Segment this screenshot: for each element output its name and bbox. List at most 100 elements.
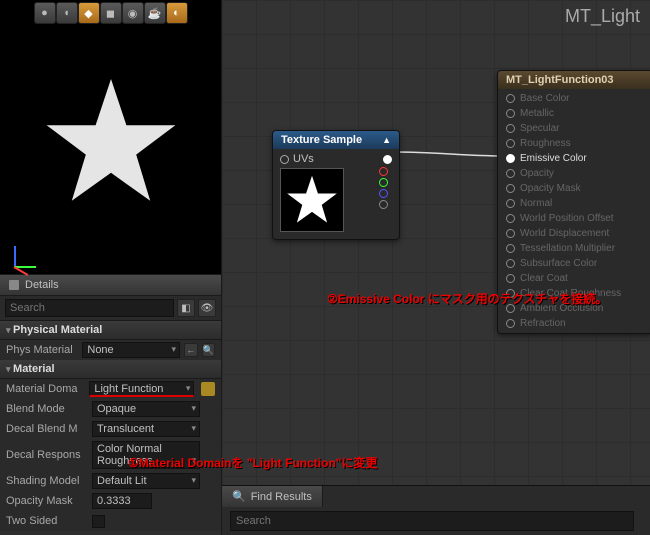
- phys-material-dropdown[interactable]: None: [82, 342, 180, 358]
- material-pin-label: Subsurface Color: [520, 258, 597, 269]
- opacity-mask-input[interactable]: [92, 493, 152, 509]
- browse-back-icon[interactable]: ←: [184, 343, 197, 357]
- preview-teapot-icon[interactable]: ☕: [144, 2, 166, 24]
- material-pin-label: Refraction: [520, 318, 566, 329]
- category-material: Material Material Doma Light Function Bl…: [0, 360, 221, 531]
- material-pin-world-position-offset[interactable]: World Position Offset: [498, 211, 650, 226]
- material-domain-label: Material Doma: [6, 383, 85, 395]
- preview-cylinder-icon[interactable]: ◖: [56, 2, 78, 24]
- material-pin-roughness[interactable]: Roughness: [498, 136, 650, 151]
- material-input-pin[interactable]: [506, 244, 515, 253]
- material-input-pin[interactable]: [506, 229, 515, 238]
- graph-title: MT_Light: [565, 6, 640, 27]
- material-pin-metallic[interactable]: Metallic: [498, 106, 650, 121]
- texture-thumbnail[interactable]: [280, 168, 344, 232]
- browse-find-icon[interactable]: 🔍: [202, 343, 215, 357]
- uvs-label: UVs: [293, 153, 314, 165]
- material-pin-label: Tessellation Multiplier: [520, 243, 615, 254]
- details-icon: [8, 279, 20, 291]
- preview-viewport-options-icon[interactable]: ◐: [166, 2, 188, 24]
- preview-star-shape: [41, 72, 181, 212]
- material-input-pin[interactable]: [506, 154, 515, 163]
- material-pin-specular[interactable]: Specular: [498, 121, 650, 136]
- annotation-2: ②Emissive Color にマスク用のテクスチャを接続。: [327, 290, 607, 307]
- preview-cube-icon[interactable]: ◼: [100, 2, 122, 24]
- material-input-pin[interactable]: [506, 319, 515, 328]
- details-eye-icon[interactable]: 👁: [198, 299, 216, 317]
- decal-response-label: Decal Respons: [6, 449, 88, 461]
- blend-mode-label: Blend Mode: [6, 403, 88, 415]
- a-output-pin[interactable]: [379, 200, 388, 209]
- blend-mode-dropdown[interactable]: Opaque: [92, 401, 200, 417]
- category-physical-material: Physical Material Phys Material None ← 🔍: [0, 321, 221, 360]
- find-results-panel: 🔍 Find Results: [222, 485, 650, 535]
- r-output-pin[interactable]: [379, 167, 388, 176]
- material-pin-label: Opacity: [520, 168, 554, 179]
- material-pin-opacity[interactable]: Opacity: [498, 166, 650, 181]
- material-pin-clear-coat[interactable]: Clear Coat: [498, 271, 650, 286]
- texture-sample-node[interactable]: Texture Sample ▲ UVs: [272, 130, 400, 240]
- material-pin-emissive-color[interactable]: Emissive Color: [498, 151, 650, 166]
- material-pin-label: Emissive Color: [520, 153, 587, 164]
- material-input-pin[interactable]: [506, 259, 515, 268]
- material-input-pin[interactable]: [506, 124, 515, 133]
- annotation-1: ①Material Domainを "Light Function"に変更: [128, 454, 377, 471]
- preview-toolbar: ● ◖ ◆ ◼ ◉ ☕ ◐: [34, 2, 188, 24]
- details-tab[interactable]: Details: [0, 275, 221, 296]
- material-pin-label: Specular: [520, 123, 559, 134]
- find-results-tab[interactable]: 🔍 Find Results: [222, 486, 323, 507]
- material-pin-label: Opacity Mask: [520, 183, 581, 194]
- phys-material-label: Phys Material: [6, 344, 78, 356]
- find-icon: 🔍: [232, 490, 246, 503]
- material-pin-base-color[interactable]: Base Color: [498, 91, 650, 106]
- collapse-icon[interactable]: ▲: [382, 135, 391, 145]
- material-pin-label: Base Color: [520, 93, 569, 104]
- rgb-output-pin[interactable]: [383, 155, 392, 164]
- material-pin-subsurface-color[interactable]: Subsurface Color: [498, 256, 650, 271]
- shading-model-dropdown[interactable]: Default Lit: [92, 473, 200, 489]
- material-input-pin[interactable]: [506, 214, 515, 223]
- material-domain-dropdown[interactable]: Light Function: [89, 381, 194, 397]
- preview-mesh-icon[interactable]: ◉: [122, 2, 144, 24]
- preview-plane-icon[interactable]: ◆: [78, 2, 100, 24]
- material-pin-label: Roughness: [520, 138, 571, 149]
- category-header-material[interactable]: Material: [0, 360, 221, 379]
- material-input-pin[interactable]: [506, 139, 515, 148]
- material-input-pin[interactable]: [506, 184, 515, 193]
- connection-wire: [395, 148, 505, 166]
- material-pin-opacity-mask[interactable]: Opacity Mask: [498, 181, 650, 196]
- material-pin-refraction[interactable]: Refraction: [498, 316, 650, 331]
- material-pin-label: Metallic: [520, 108, 554, 119]
- material-preview-viewport[interactable]: ● ◖ ◆ ◼ ◉ ☕ ◐: [0, 0, 221, 275]
- preview-sphere-icon[interactable]: ●: [34, 2, 56, 24]
- find-results-search-input[interactable]: [230, 511, 634, 531]
- material-output-header[interactable]: MT_LightFunction03: [498, 71, 650, 89]
- details-tab-label: Details: [25, 279, 59, 291]
- decal-blend-dropdown[interactable]: Translucent: [92, 421, 200, 437]
- material-input-pin[interactable]: [506, 199, 515, 208]
- decal-blend-label: Decal Blend M: [6, 423, 88, 435]
- material-pin-label: World Displacement: [520, 228, 609, 239]
- two-sided-checkbox[interactable]: [92, 515, 105, 528]
- material-input-pin[interactable]: [506, 94, 515, 103]
- uvs-input-pin[interactable]: [280, 155, 289, 164]
- material-pin-tessellation-multiplier[interactable]: Tessellation Multiplier: [498, 241, 650, 256]
- b-output-pin[interactable]: [379, 189, 388, 198]
- two-sided-label: Two Sided: [6, 515, 88, 527]
- shading-model-label: Shading Model: [6, 475, 88, 487]
- details-search-input[interactable]: [5, 299, 174, 317]
- reset-to-default-icon[interactable]: [201, 382, 215, 396]
- details-filter-icon[interactable]: ◧: [177, 299, 195, 317]
- material-input-pin[interactable]: [506, 109, 515, 118]
- material-input-pin[interactable]: [506, 169, 515, 178]
- details-search-bar: ◧ 👁: [0, 296, 221, 321]
- material-pin-normal[interactable]: Normal: [498, 196, 650, 211]
- material-graph[interactable]: MT_Light Texture Sample ▲ UVs: [222, 0, 650, 485]
- category-header-physical-material[interactable]: Physical Material: [0, 321, 221, 340]
- texture-sample-header[interactable]: Texture Sample ▲: [273, 131, 399, 149]
- material-pin-label: World Position Offset: [520, 213, 614, 224]
- material-pin-world-displacement[interactable]: World Displacement: [498, 226, 650, 241]
- material-pin-label: Clear Coat: [520, 273, 568, 284]
- material-input-pin[interactable]: [506, 274, 515, 283]
- g-output-pin[interactable]: [379, 178, 388, 187]
